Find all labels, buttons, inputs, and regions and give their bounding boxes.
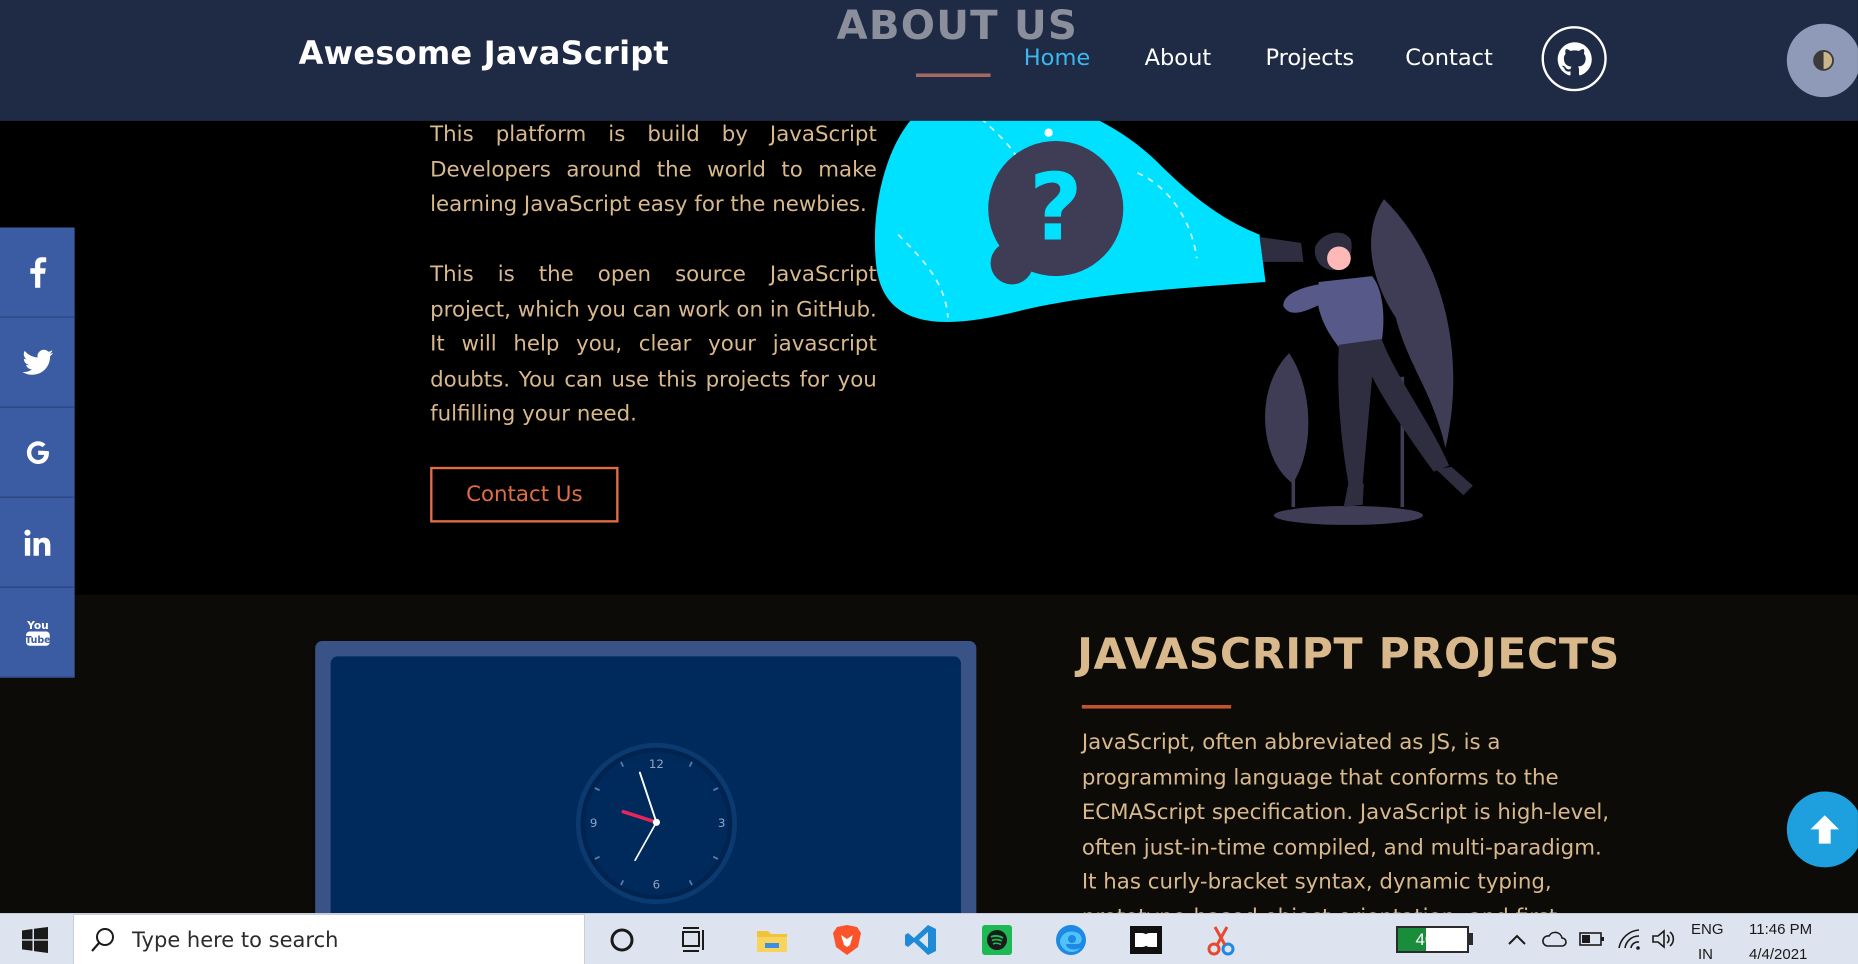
browser-page: This platform is build by JavaScript Dev…: [0, 0, 1858, 964]
wifi-icon: [1618, 929, 1640, 950]
clock-number-6: 6: [653, 878, 661, 892]
task-view-button[interactable]: [673, 919, 717, 961]
arrow-up-icon: [1810, 815, 1839, 844]
linkedin-link[interactable]: [0, 497, 75, 588]
theme-toggle-button[interactable]: [1786, 23, 1858, 98]
twitter-link[interactable]: [0, 317, 75, 408]
wifi-button[interactable]: [1617, 926, 1643, 952]
navbar: Awesome JavaScript ABOUT US Home About P…: [0, 0, 1858, 121]
folder-icon: [757, 931, 787, 952]
youtube-link[interactable]: You Tube: [0, 587, 75, 678]
contact-us-button[interactable]: Contact Us: [430, 466, 619, 523]
site-brand[interactable]: Awesome JavaScript: [299, 36, 669, 73]
battery-icon: [1579, 932, 1604, 946]
taskbar-vscode[interactable]: [899, 919, 943, 961]
clock-date[interactable]: 4/4/2021: [1749, 946, 1807, 963]
github-icon: [1557, 41, 1592, 75]
brave-lion-icon: [833, 925, 861, 955]
clock-number-12: 12: [649, 757, 664, 771]
cortana-button[interactable]: [600, 919, 644, 961]
nav-about[interactable]: About: [1145, 45, 1212, 71]
scissors-icon: [1207, 926, 1235, 956]
svg-text:Tube: Tube: [25, 634, 50, 645]
task-view-icon: [682, 927, 704, 952]
search-icon: [91, 927, 114, 952]
nav-home[interactable]: Home: [1024, 45, 1090, 71]
cloud-icon: [1542, 931, 1567, 947]
nav-projects[interactable]: Projects: [1265, 45, 1354, 71]
spotify-icon: [982, 925, 1012, 955]
chevron-up-icon: [1508, 934, 1526, 945]
taskbar-file-explorer[interactable]: [750, 919, 794, 961]
taskbar-search-input[interactable]: [132, 927, 572, 952]
volume-button[interactable]: [1650, 926, 1676, 952]
github-button[interactable]: [1541, 26, 1607, 92]
taskbar-search-box[interactable]: [73, 914, 585, 964]
show-hidden-icons-button[interactable]: [1504, 926, 1530, 952]
windows-logo-icon: [22, 926, 48, 953]
projects-title-underline: [1081, 705, 1232, 709]
nav-contact[interactable]: Contact: [1405, 45, 1493, 71]
google-icon: [26, 440, 49, 464]
taskbar-snipping-tool[interactable]: [1199, 919, 1243, 961]
speaker-icon: [1652, 929, 1675, 949]
dolby-icon: [1130, 926, 1162, 954]
onedrive-button[interactable]: [1541, 926, 1567, 952]
battery-percent-label: 40%: [1415, 929, 1450, 949]
flashlight-illustration: ?: [874, 92, 1473, 525]
taskbar-dolby-app[interactable]: [1124, 919, 1168, 961]
taskbar-spotify[interactable]: [975, 919, 1019, 961]
svg-text:You: You: [25, 619, 48, 632]
linkedin-icon: [23, 529, 50, 556]
about-paragraph-2: This is the open source JavaScript proje…: [430, 261, 877, 427]
cortana-circle-icon: [610, 928, 634, 952]
about-heading-underline: [915, 73, 991, 78]
battery-tip: [1469, 933, 1473, 945]
vscode-icon: [905, 925, 936, 955]
scroll-to-top-button[interactable]: [1786, 791, 1858, 868]
start-button[interactable]: [0, 914, 70, 964]
social-sidebar: You Tube: [0, 227, 75, 683]
facebook-icon: [29, 256, 46, 288]
taskbar-edge-browser[interactable]: [1049, 919, 1093, 961]
youtube-icon: You Tube: [25, 619, 50, 646]
screen: This platform is build by JavaScript Dev…: [0, 0, 1858, 964]
analog-clock: 12 3 6 9: [575, 742, 738, 905]
svg-text:?: ?: [1029, 153, 1083, 261]
facebook-link[interactable]: [0, 227, 75, 318]
projects-title: JAVASCRIPT PROJECTS: [1077, 630, 1620, 679]
taskbar-brave-browser[interactable]: [825, 919, 869, 961]
twitter-icon: [21, 349, 53, 375]
battery-indicator[interactable]: 40%: [1396, 926, 1469, 953]
about-heading: ABOUT US: [836, 2, 1079, 50]
edge-icon: [1056, 925, 1086, 955]
google-link[interactable]: [0, 407, 75, 498]
taskbar: 40%: [0, 913, 1858, 964]
clock-time[interactable]: 11:46 PM: [1749, 921, 1812, 938]
clock-number-9: 9: [590, 816, 598, 830]
half-moon-icon: [1813, 50, 1834, 71]
battery-tray-button[interactable]: [1579, 926, 1605, 952]
language-indicator-top[interactable]: ENG: [1691, 921, 1724, 938]
about-paragraph-1: This platform is build by JavaScript Dev…: [430, 122, 877, 217]
language-indicator-bottom[interactable]: IN: [1698, 946, 1713, 963]
clock-number-3: 3: [718, 816, 726, 830]
